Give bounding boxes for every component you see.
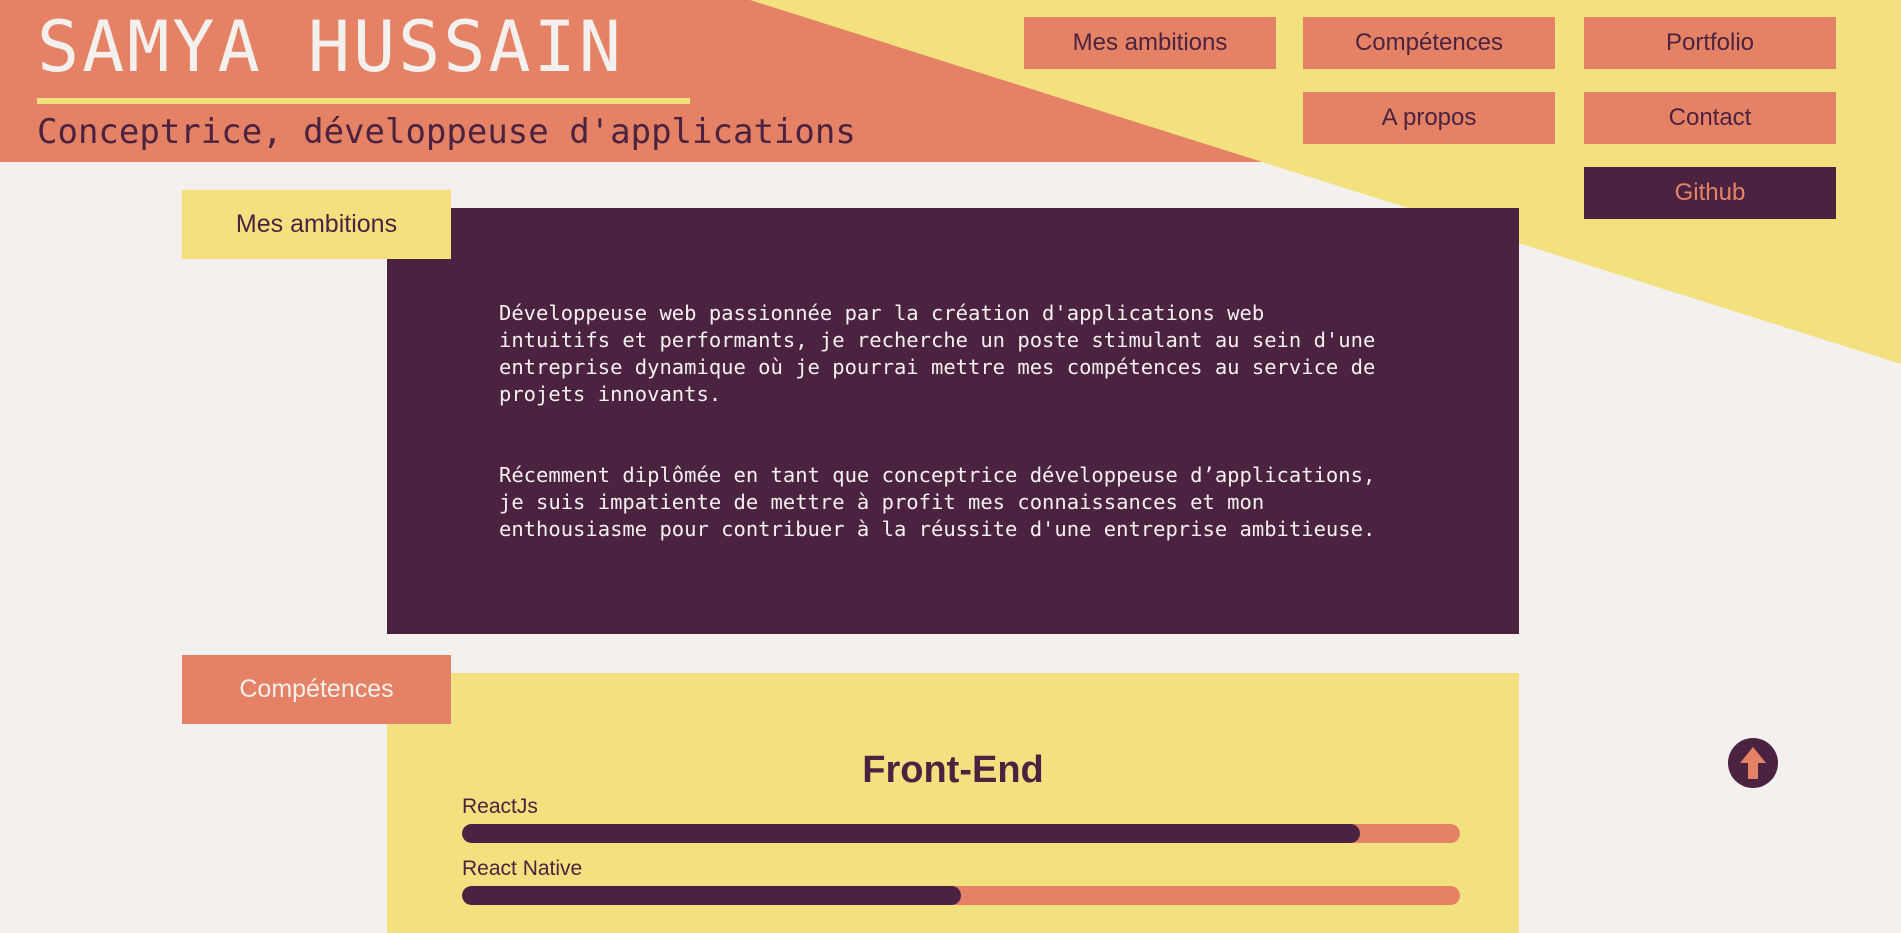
ambitions-section-tab: Mes ambitions [182, 190, 451, 259]
nav-portfolio-button[interactable]: Portfolio [1584, 17, 1836, 69]
title-underline [37, 98, 690, 104]
front-end-title: Front-End [862, 749, 1044, 791]
site-subtitle: Conceptrice, développeuse d'applications [37, 112, 856, 152]
skill-fill-reactjs [462, 824, 1361, 843]
site-title: SAMYA HUSSAIN [37, 6, 624, 88]
nav-competences-button[interactable]: Compétences [1303, 17, 1555, 69]
nav-github-button[interactable]: Github [1584, 167, 1836, 219]
ambitions-panel: Développeuse web passionnée par la créat… [387, 208, 1519, 634]
ambitions-paragraph-1: Développeuse web passionnée par la créat… [499, 301, 1376, 406]
ambitions-paragraph-2: Récemment diplômée en tant que conceptri… [499, 463, 1376, 541]
skill-bar-reactjs [462, 824, 1460, 843]
competences-section-tab: Compétences [182, 655, 451, 724]
competences-panel: Front-End ReactJs React Native [387, 673, 1519, 933]
skill-fill-react-native [462, 886, 961, 905]
nav-apropos-button[interactable]: A propos [1303, 92, 1555, 144]
skill-label-reactjs: ReactJs [462, 795, 538, 818]
skill-bar-react-native [462, 886, 1460, 905]
nav-ambitions-button[interactable]: Mes ambitions [1024, 17, 1276, 69]
arrow-up-icon [1740, 747, 1766, 779]
skill-label-react-native: React Native [462, 857, 583, 880]
nav-contact-button[interactable]: Contact [1584, 92, 1836, 144]
scroll-to-top-button[interactable] [1728, 738, 1778, 788]
